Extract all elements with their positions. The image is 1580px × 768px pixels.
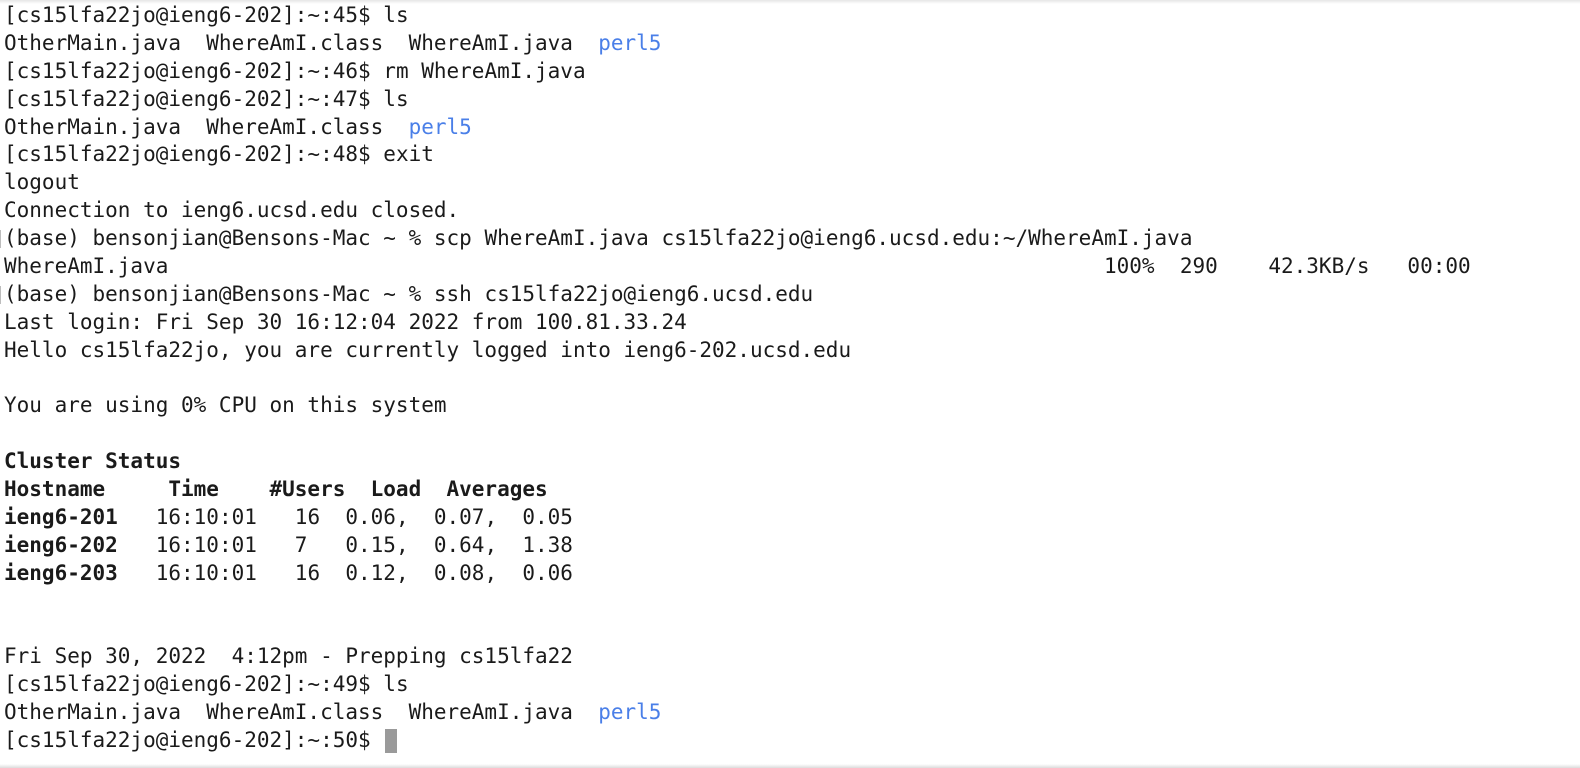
command-text: exit <box>370 142 434 167</box>
terminal-line-prompt: (base) bensonjian@Bensons-Mac ~ % scp Wh… <box>0 225 1193 253</box>
terminal-line-prompt: (base) bensonjian@Bensons-Mac ~ % ssh cs… <box>0 281 1192 309</box>
shell-prompt: [cs15lfa22jo@ieng6-202]:~:48$ <box>4 142 371 167</box>
shell-prompt: [cs15lfa22jo@ieng6-202]:~:46$ <box>4 58 371 83</box>
terminal-line-prompt: [cs15lfa22jo@ieng6-202]:~:49$ ls <box>4 671 1192 699</box>
terminal-line-output: logout <box>4 170 80 195</box>
terminal-line-prompt: [cs15lfa22jo@ieng6-202]:~:46$ rm WhereAm… <box>4 58 1192 86</box>
terminal-line-listing: OtherMain.java WhereAmI.class WhereAmI.j… <box>4 699 1192 727</box>
cluster-table-header: Hostname Time #Users Load Averages <box>4 477 548 502</box>
terminal-line-prompt: [cs15lfa22jo@ieng6-202]:~:48$ exit <box>4 141 1192 169</box>
cluster-table-row: ieng6-202 16:10:01 7 0.15, 0.64, 1.38 <box>4 532 1192 560</box>
directory-entry: perl5 <box>408 114 472 139</box>
cluster-status-heading: Cluster Status <box>4 449 182 474</box>
shell-prompt: (base) bensonjian@Bensons-Mac ~ % <box>4 226 422 251</box>
cluster-row-values: 16:10:01 7 0.15, 0.64, 1.38 <box>117 532 573 557</box>
terminal-line-output: Connection to ieng6.ucsd.edu closed. <box>4 198 460 223</box>
terminal-line-prompt: [cs15lfa22jo@ieng6-202]:~:47$ ls <box>4 86 1192 114</box>
transfer-stats: 100% 290 42.3KB/s 00:00 <box>1104 254 1471 279</box>
command-text: scp WhereAmI.java cs15lfa22jo@ieng6.ucsd… <box>421 226 1193 251</box>
cluster-hostname: ieng6-202 <box>4 532 118 557</box>
terminal-output: [cs15lfa22jo@ieng6-202]:~:45$ ls OtherMa… <box>0 2 1471 755</box>
cluster-table-row: ieng6-201 16:10:01 16 0.06, 0.07, 0.05 <box>4 504 1192 532</box>
cluster-row-values: 16:10:01 16 0.12, 0.08, 0.06 <box>117 560 573 585</box>
shell-prompt: [cs15lfa22jo@ieng6-202]:~:50$ <box>4 728 371 753</box>
command-text: ls <box>370 672 409 697</box>
file-list: OtherMain.java WhereAmI.class WhereAmI.j… <box>4 30 599 55</box>
transfer-filename: WhereAmI.java <box>4 254 169 279</box>
command-text: ls <box>370 86 409 111</box>
file-list: OtherMain.java WhereAmI.class WhereAmI.j… <box>4 700 599 725</box>
directory-entry: perl5 <box>598 30 662 55</box>
directory-entry: perl5 <box>598 700 662 725</box>
terminal-line-output: Last login: Fri Sep 30 16:12:04 2022 fro… <box>4 309 687 334</box>
shell-prompt: [cs15lfa22jo@ieng6-202]:~:45$ <box>4 3 371 27</box>
terminal-line-prompt: [cs15lfa22jo@ieng6-202]:~:45$ ls <box>4 2 1192 30</box>
shell-prompt: [cs15lfa22jo@ieng6-202]:~:47$ <box>4 86 371 111</box>
terminal-line-output: You are using 0% CPU on this system <box>4 393 447 418</box>
line-mark <box>0 285 4 304</box>
command-text: ls <box>370 3 409 27</box>
terminal-line-active-prompt[interactable]: [cs15lfa22jo@ieng6-202]:~:50$ <box>4 727 1192 755</box>
transfer-progress-line: WhereAmI.java 100% 290 42.3KB/s 00:00 <box>4 253 1471 281</box>
cluster-table-row: ieng6-203 16:10:01 16 0.12, 0.08, 0.06 <box>4 560 1192 588</box>
cluster-hostname: ieng6-201 <box>4 505 118 530</box>
command-input[interactable] <box>371 728 384 752</box>
file-list: OtherMain.java WhereAmI.class <box>4 114 409 139</box>
command-text: rm WhereAmI.java <box>370 58 586 83</box>
terminal-line-listing: OtherMain.java WhereAmI.class WhereAmI.j… <box>4 30 1192 58</box>
text-cursor <box>385 729 398 754</box>
terminal-line-listing: OtherMain.java WhereAmI.class perl5 <box>4 114 1192 142</box>
shell-prompt: [cs15lfa22jo@ieng6-202]:~:49$ <box>4 672 371 697</box>
line-mark <box>0 230 4 249</box>
shell-prompt: (base) bensonjian@Bensons-Mac ~ % <box>4 281 422 306</box>
cluster-hostname: ieng6-203 <box>4 560 118 585</box>
terminal-bottom-edge <box>0 764 1580 768</box>
command-text: ssh cs15lfa22jo@ieng6.ucsd.edu <box>421 281 814 306</box>
terminal-window[interactable]: [cs15lfa22jo@ieng6-202]:~:45$ ls OtherMa… <box>0 0 1580 768</box>
terminal-line-output: Hello cs15lfa22jo, you are currently log… <box>4 337 852 362</box>
terminal-line-output: Fri Sep 30, 2022 4:12pm - Prepping cs15l… <box>4 644 573 669</box>
cluster-row-values: 16:10:01 16 0.06, 0.07, 0.05 <box>117 505 573 530</box>
